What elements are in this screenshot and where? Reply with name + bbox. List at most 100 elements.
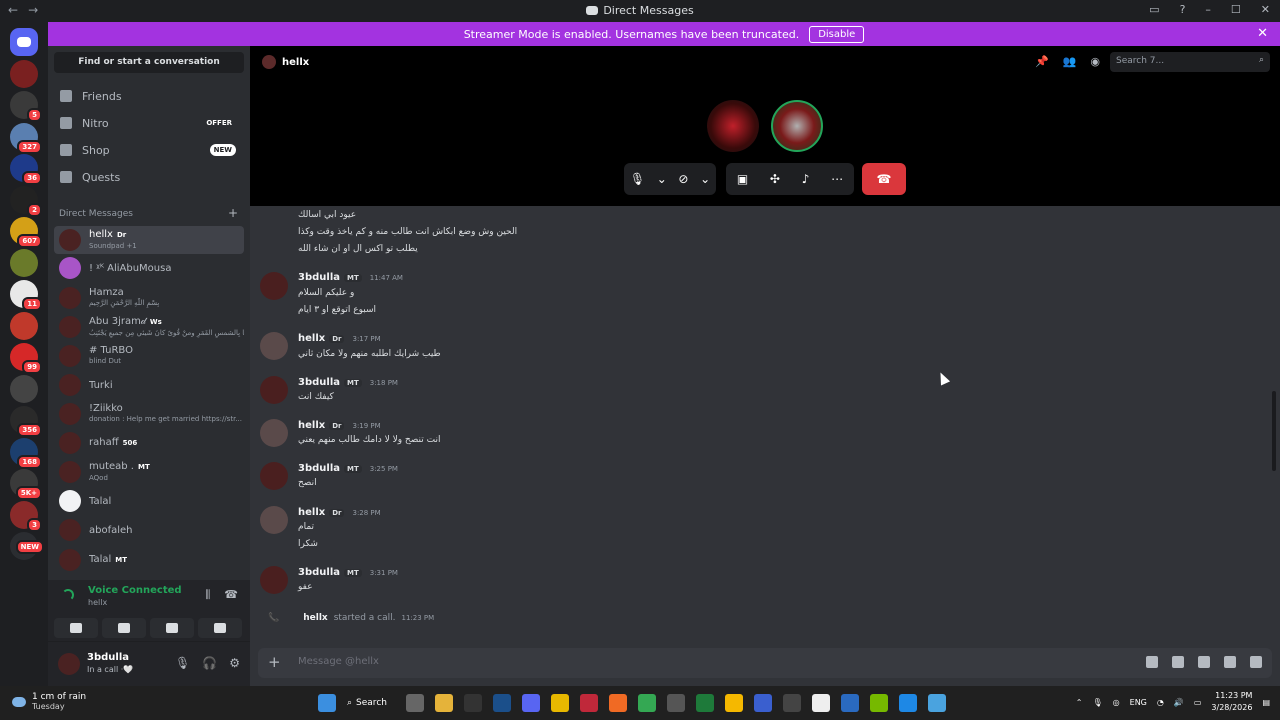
message-input[interactable]: Message @hellx bbox=[298, 656, 379, 667]
author-name[interactable]: hellx bbox=[303, 613, 328, 623]
server-icon[interactable]: 5 bbox=[10, 91, 42, 122]
author-name[interactable]: hellx bbox=[298, 420, 325, 431]
app-icon[interactable] bbox=[899, 694, 917, 712]
weather-widget[interactable]: 1 cm of rain Tuesday bbox=[12, 692, 86, 711]
nav-nitro[interactable]: Nitro OFFER bbox=[56, 111, 242, 135]
camera-button[interactable] bbox=[54, 618, 98, 638]
brave-icon[interactable] bbox=[609, 694, 627, 712]
mic-control[interactable]: 🎙 ⌄ ⊘ ⌄ bbox=[624, 163, 716, 195]
minimize-button[interactable]: – bbox=[1205, 3, 1211, 16]
sticker-icon[interactable] bbox=[1198, 656, 1210, 668]
avatar[interactable] bbox=[260, 376, 288, 404]
screenshare-icon[interactable]: ▣ bbox=[737, 172, 748, 186]
help-icon[interactable]: ? bbox=[1180, 3, 1186, 16]
settings-gear-icon[interactable]: ⚙ bbox=[229, 656, 240, 670]
server-icon[interactable]: 3 bbox=[10, 500, 42, 532]
microphone-icon[interactable]: 🎙 bbox=[1093, 698, 1103, 707]
gift-icon[interactable] bbox=[1146, 656, 1158, 668]
avatar[interactable] bbox=[58, 653, 80, 675]
username[interactable]: 3bdulla bbox=[87, 652, 129, 663]
pin-icon[interactable]: 📌 bbox=[1035, 55, 1049, 68]
find-conversation-button[interactable]: Find or start a conversation bbox=[54, 52, 244, 73]
attach-plus-icon[interactable]: + bbox=[268, 653, 281, 671]
server-icon[interactable]: 2 bbox=[10, 185, 42, 217]
server-icon[interactable]: NEW bbox=[10, 532, 44, 560]
nav-shop[interactable]: Shop NEW bbox=[56, 138, 242, 162]
dm-item[interactable]: Turki bbox=[54, 371, 244, 399]
nav-quests[interactable]: Quests bbox=[56, 165, 242, 189]
nav-friends[interactable]: Friends bbox=[56, 84, 242, 108]
dm-item[interactable]: Abu 3jram𝒹 Ws أَيُّهَا بِالشمسِ القَمَرِ و… bbox=[54, 313, 244, 341]
maximize-button[interactable]: ☐ bbox=[1231, 3, 1241, 16]
app-icon[interactable] bbox=[783, 694, 801, 712]
github-icon[interactable] bbox=[667, 694, 685, 712]
dm-item[interactable]: Talal bbox=[54, 487, 244, 515]
file-explorer-icon[interactable] bbox=[435, 694, 453, 712]
server-icon[interactable] bbox=[10, 248, 38, 277]
microphone-icon[interactable]: 🎙 bbox=[630, 172, 645, 186]
avatar[interactable] bbox=[260, 462, 288, 490]
chrome-icon[interactable] bbox=[638, 694, 656, 712]
epic-games-icon[interactable] bbox=[464, 694, 482, 712]
end-call-button[interactable]: ☎ bbox=[862, 163, 906, 195]
server-icon[interactable] bbox=[10, 374, 38, 403]
xbox-icon[interactable] bbox=[696, 694, 714, 712]
nvidia-icon[interactable] bbox=[870, 694, 888, 712]
dm-item[interactable]: ! ᵡᴷ AliAbuMousa bbox=[54, 254, 244, 282]
start-menu-icon[interactable] bbox=[318, 694, 336, 712]
search-input[interactable]: Search 7... ⌕ bbox=[1110, 52, 1270, 72]
gif-icon[interactable] bbox=[1172, 656, 1184, 668]
author-name[interactable]: hellx bbox=[298, 333, 325, 344]
close-window-button[interactable]: ✕ bbox=[1261, 3, 1270, 16]
discord-icon[interactable] bbox=[522, 694, 540, 712]
dm-item[interactable]: rahaff 506 bbox=[54, 429, 244, 457]
server-icon[interactable] bbox=[10, 311, 38, 340]
server-icon[interactable]: 5K+ bbox=[10, 469, 42, 500]
avatar[interactable] bbox=[260, 506, 288, 534]
r-app-icon[interactable] bbox=[551, 694, 569, 712]
dm-item[interactable]: abofaleh bbox=[54, 516, 244, 544]
dm-item[interactable]: Talal MT bbox=[54, 546, 244, 574]
server-icon[interactable] bbox=[10, 59, 38, 88]
disconnect-icon[interactable]: ☎ bbox=[224, 588, 238, 602]
author-name[interactable]: 3bdulla bbox=[298, 377, 340, 388]
discord-home-icon[interactable] bbox=[10, 28, 38, 56]
avatar[interactable] bbox=[260, 566, 288, 594]
app-icon[interactable] bbox=[812, 694, 830, 712]
chevron-down-icon[interactable]: ⌄ bbox=[700, 172, 710, 186]
server-icon[interactable]: 36 bbox=[10, 154, 42, 185]
server-icon[interactable]: 327 bbox=[10, 122, 42, 154]
disable-button[interactable]: Disable bbox=[809, 25, 865, 43]
author-name[interactable]: 3bdulla bbox=[298, 567, 340, 578]
dm-item[interactable]: Hamza بِسْمِ اللَّهِ الرَّحْمَنِ الرَّحِي… bbox=[54, 284, 244, 312]
call-participant-avatar[interactable] bbox=[707, 100, 759, 152]
wifi-icon[interactable]: ◔ bbox=[1157, 698, 1164, 707]
server-icon[interactable]: 607 bbox=[10, 217, 42, 248]
dm-item[interactable]: muteab . MT AQod bbox=[54, 458, 244, 486]
server-icon[interactable]: 356 bbox=[10, 406, 42, 437]
apps-icon[interactable] bbox=[1250, 656, 1262, 668]
soundboard-button[interactable] bbox=[198, 618, 242, 638]
inbox-icon[interactable]: ▭ bbox=[1149, 3, 1159, 16]
screenshare-button[interactable] bbox=[102, 618, 146, 638]
dm-item[interactable]: hellx Dr Soundpad +1 bbox=[54, 226, 244, 254]
chevron-down-icon[interactable]: ⌄ bbox=[657, 172, 667, 186]
task-view-icon[interactable] bbox=[406, 694, 424, 712]
taskbar-search[interactable]: ⌕ Search bbox=[347, 698, 395, 708]
camera-off-icon[interactable]: ⊘ bbox=[678, 172, 688, 186]
server-icon[interactable]: 168 bbox=[10, 437, 42, 469]
avatar[interactable] bbox=[260, 272, 288, 300]
activities-button[interactable] bbox=[150, 618, 194, 638]
battery-icon[interactable]: ▭ bbox=[1194, 698, 1202, 707]
dm-item[interactable]: # TuRBO blind Dut bbox=[54, 342, 244, 370]
add-friends-icon[interactable]: 👥 bbox=[1063, 55, 1077, 68]
headphones-icon[interactable]: 🎧 bbox=[202, 656, 217, 670]
app-icon[interactable] bbox=[841, 694, 859, 712]
voice-status[interactable]: Voice Connected bbox=[88, 585, 182, 596]
activities-icon[interactable]: ✣ bbox=[770, 172, 780, 186]
avatar[interactable] bbox=[260, 332, 288, 360]
app-icon[interactable] bbox=[725, 694, 743, 712]
create-dm-icon[interactable]: + bbox=[228, 206, 238, 220]
author-name[interactable]: 3bdulla bbox=[298, 463, 340, 474]
server-icon[interactable]: 11 bbox=[10, 280, 42, 311]
